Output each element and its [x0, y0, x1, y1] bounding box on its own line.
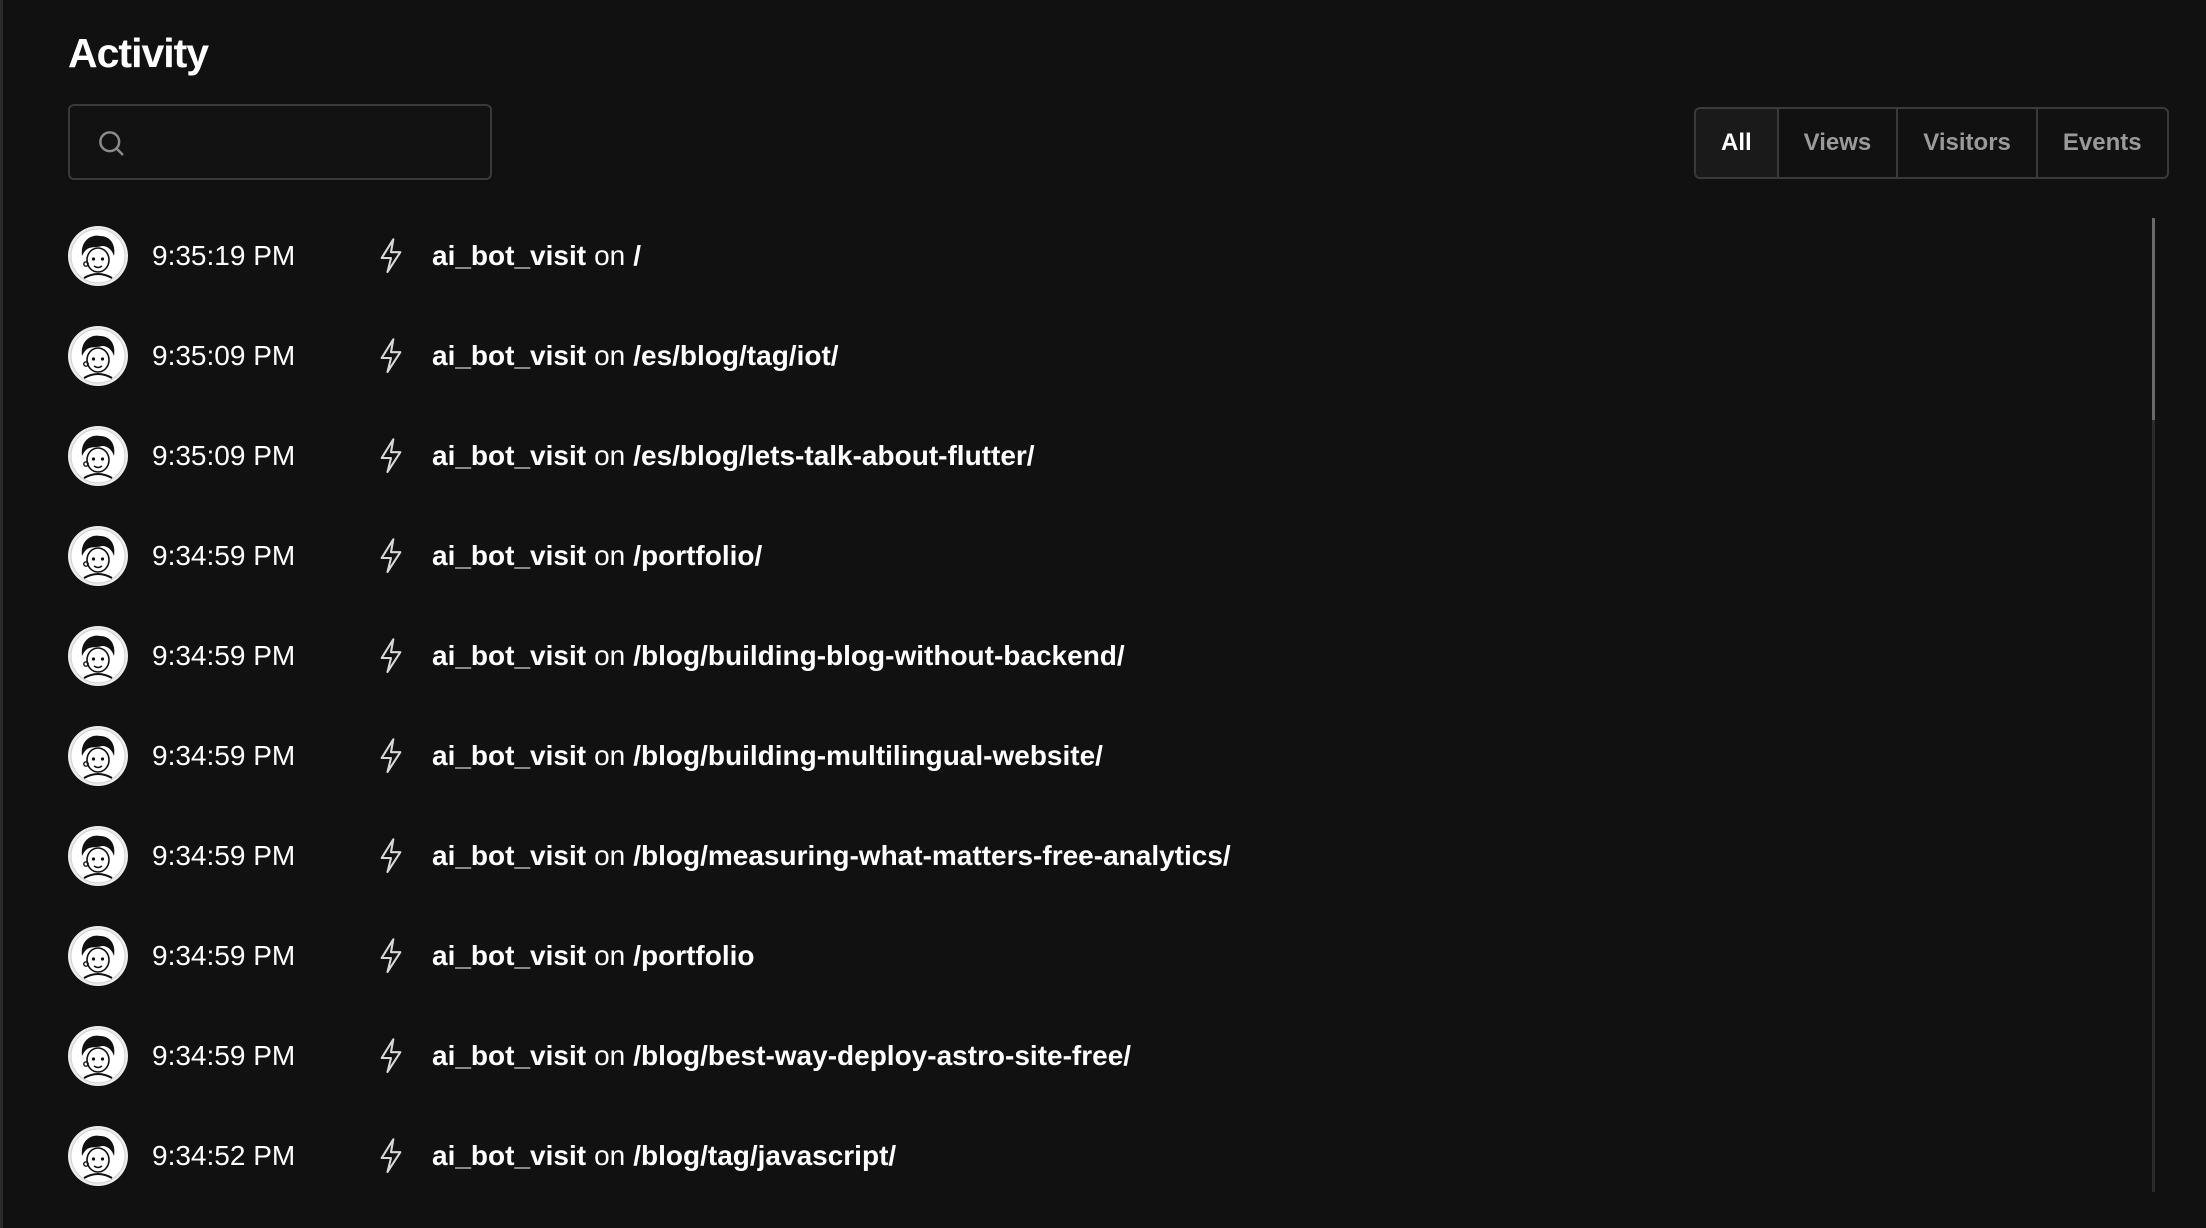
page-path-link[interactable]: /blog/measuring-what-matters-free-analyt… — [633, 840, 1230, 871]
activity-row[interactable]: 9:34:59 PM ai_bot_visit on/blog/best-way-d… — [68, 1006, 2068, 1106]
lightning-bolt-icon — [377, 837, 405, 875]
activity-row[interactable]: 9:35:09 PM ai_bot_visit on/es/blog/lets-ta… — [68, 406, 2068, 506]
activity-description: ai_bot_visit on/es/blog/tag/iot/ — [432, 340, 839, 372]
avatar — [68, 726, 128, 786]
lightning-bolt-icon — [377, 537, 405, 575]
lightning-bolt-icon — [377, 337, 405, 375]
event-name: ai_bot_visit — [432, 940, 587, 971]
page-path-link[interactable]: /portfolio — [633, 940, 754, 971]
activity-description: ai_bot_visit on/blog/tag/javascript/ — [432, 1140, 896, 1172]
connector-text: on — [594, 240, 626, 271]
activity-row[interactable]: 9:35:09 PM ai_bot_visit on/es/blog/tag/iot… — [68, 306, 2068, 406]
avatar — [68, 426, 128, 486]
filter-tab-events[interactable]: Events — [2035, 109, 2167, 177]
activity-description: ai_bot_visit on/blog/building-blog-withou… — [432, 640, 1125, 672]
activity-row[interactable]: 9:35:19 PM ai_bot_visit on / — [68, 206, 2068, 306]
panel-left-border — [0, 0, 3, 1228]
event-name: ai_bot_visit — [432, 240, 587, 271]
event-name: ai_bot_visit — [432, 540, 587, 571]
lightning-bolt-icon — [377, 1137, 405, 1175]
activity-row[interactable]: 9:34:59 PM ai_bot_visit on/blog/building-m… — [68, 706, 2068, 806]
activity-time: 9:34:59 PM — [152, 940, 296, 971]
event-name: ai_bot_visit — [432, 1140, 587, 1171]
activity-time: 9:35:09 PM — [152, 440, 296, 471]
lightning-bolt-icon — [377, 637, 405, 675]
search-box[interactable] — [68, 104, 492, 180]
connector-text: on — [594, 1140, 626, 1171]
activity-description: ai_bot_visit on/es/blog/lets-talk-about-f… — [432, 440, 1035, 472]
filter-tab-views[interactable]: Views — [1776, 109, 1897, 177]
activity-description: ai_bot_visit on/portfolio/ — [432, 540, 762, 572]
avatar — [68, 926, 128, 986]
activity-description: ai_bot_visit on/blog/best-way-deploy-astr… — [432, 1040, 1131, 1072]
avatar — [68, 1026, 128, 1086]
connector-text: on — [594, 740, 626, 771]
page-path-link[interactable]: /blog/building-blog-without-backend/ — [633, 640, 1124, 671]
connector-text: on — [594, 540, 626, 571]
lightning-bolt-icon — [377, 937, 405, 975]
avatar — [68, 526, 128, 586]
event-name: ai_bot_visit — [432, 740, 587, 771]
activity-time: 9:35:19 PM — [152, 240, 296, 271]
activity-description: ai_bot_visit on/blog/building-multilingua… — [432, 740, 1103, 772]
connector-text: on — [594, 640, 626, 671]
activity-time: 9:34:52 PM — [152, 1140, 296, 1171]
page-path-link[interactable]: /es/blog/tag/iot/ — [633, 340, 838, 371]
avatar — [68, 226, 128, 286]
activity-row[interactable]: 9:34:59 PM ai_bot_visit on/portfolio — [68, 906, 2068, 1006]
page-title: Activity — [68, 30, 209, 76]
activity-time: 9:34:59 PM — [152, 540, 296, 571]
activity-row[interactable]: 9:34:59 PM ai_bot_visit on/portfolio/ — [68, 506, 2068, 606]
event-name: ai_bot_visit — [432, 340, 587, 371]
activity-description: ai_bot_visit on/blog/measuring-what-matte… — [432, 840, 1231, 872]
search-input[interactable] — [140, 120, 484, 166]
avatar — [68, 1126, 128, 1186]
page-path-link[interactable]: /portfolio/ — [633, 540, 762, 571]
event-name: ai_bot_visit — [432, 1040, 587, 1071]
connector-text: on — [594, 340, 626, 371]
lightning-bolt-icon — [377, 737, 405, 775]
search-icon — [99, 131, 124, 156]
filter-tab-visitors[interactable]: Visitors — [1896, 109, 2036, 177]
connector-text: on — [594, 940, 626, 971]
activity-list: 9:35:19 PM ai_bot_visit on/9:35:09 PM ai_bo… — [68, 206, 2128, 1206]
connector-text: on — [594, 840, 626, 871]
activity-description: ai_bot_visit on/portfolio — [432, 940, 755, 972]
activity-description: ai_bot_visit on / — [432, 240, 641, 272]
activity-row[interactable]: 9:34:59 PM ai_bot_visit on/blog/measuring-… — [68, 806, 2068, 906]
avatar — [68, 626, 128, 686]
page-path-link[interactable]: /es/blog/lets-talk-about-flutter/ — [633, 440, 1034, 471]
event-name: ai_bot_visit — [432, 440, 587, 471]
connector-text: on — [594, 440, 626, 471]
activity-time: 9:34:59 PM — [152, 1040, 296, 1071]
event-name: ai_bot_visit — [432, 840, 587, 871]
activity-row[interactable]: 9:34:59 PM ai_bot_visit on/blog/building-b… — [68, 606, 2068, 706]
scrollbar-thumb[interactable] — [2152, 218, 2155, 420]
activity-time: 9:35:09 PM — [152, 340, 296, 371]
page-path-link[interactable]: /blog/building-multilingual-website/ — [633, 740, 1103, 771]
activity-row[interactable]: 9:34:52 PM ai_bot_visit on/blog/tag/javasc… — [68, 1106, 2068, 1206]
filter-tab-all[interactable]: All — [1696, 109, 1777, 177]
page-path-link[interactable]: /blog/tag/javascript/ — [633, 1140, 896, 1171]
event-name: ai_bot_visit — [432, 640, 587, 671]
avatar — [68, 826, 128, 886]
connector-text: on — [594, 1040, 626, 1071]
lightning-bolt-icon — [377, 237, 405, 275]
lightning-bolt-icon — [377, 437, 405, 475]
lightning-bolt-icon — [377, 1037, 405, 1075]
avatar — [68, 326, 128, 386]
page-path-link[interactable]: /blog/best-way-deploy-astro-site-free/ — [633, 1040, 1131, 1071]
filter-tabs: All Views Visitors Events — [1694, 107, 2169, 179]
activity-time: 9:34:59 PM — [152, 840, 296, 871]
page-path-link[interactable]: / — [633, 240, 641, 271]
activity-time: 9:34:59 PM — [152, 740, 296, 771]
activity-time: 9:34:59 PM — [152, 640, 296, 671]
